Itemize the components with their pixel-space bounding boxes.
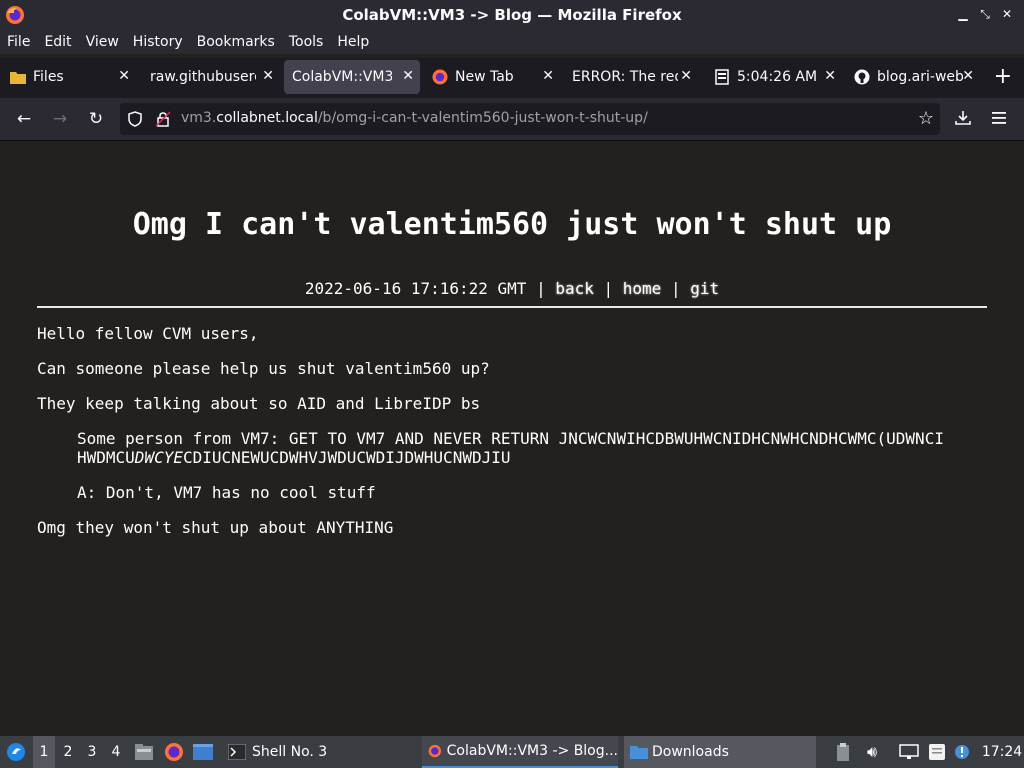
clipboard-tray-icon[interactable] [834,736,852,768]
insecure-lock-icon[interactable] [155,111,171,127]
tab-error[interactable]: ERROR: The req ✕ [564,60,698,94]
tracking-protection-icon[interactable] [127,111,143,127]
tab-label: blog.ari-web [877,69,963,85]
minimize-icon[interactable]: ▁ [956,7,970,21]
volume-icon[interactable]: 🔊︎ [862,736,882,768]
clock[interactable]: 17:24 [982,736,1022,768]
clock-icon [714,69,730,85]
tab-colabvm-vm3[interactable]: ColabVM::VM3 ✕ [284,60,420,94]
window-title: ColabVM::VM3 -> Blog — Mozilla Firefox [342,6,682,24]
separator: | [661,279,691,298]
separator: | [593,279,623,298]
menu-bookmarks[interactable]: Bookmarks [190,34,282,50]
task-label: ColabVM::VM3 -> Blog... [446,743,618,759]
tab-files[interactable]: Files ✕ [2,60,136,94]
tab-new-tab[interactable]: New Tab ✕ [424,60,560,94]
tab-label: Files [33,69,64,85]
url-text[interactable]: vm3.collabnet.local/b/omg-i-can-t-valent… [181,110,648,126]
menu-history[interactable]: History [126,34,190,50]
bookmark-star-icon[interactable]: ☆ [918,108,934,129]
reload-icon[interactable]: ↻ [85,108,107,130]
paragraph-request: Can someone please help us shut valentim… [37,359,490,378]
post-date: 2022-06-16 17:16:22 GMT [304,279,527,298]
close-tab-icon[interactable]: ✕ [824,68,836,84]
git-link[interactable]: git [690,279,719,298]
restore-icon[interactable]: ⤡ [978,7,992,21]
menu-tools[interactable]: Tools [282,34,331,50]
firefox-icon [432,69,448,85]
tab-label: 5:04:26 AM [737,69,818,85]
back-link[interactable]: back [555,279,594,298]
separator: | [526,279,556,298]
workspace-1[interactable]: 1 [33,736,55,768]
workspace-4[interactable]: 4 [105,736,127,768]
tab-strip: Files ✕ raw.githubuserc ✕ ColabVM::VM3 ✕… [0,58,1024,98]
task-shell[interactable]: Shell No. 3 [222,736,418,768]
github-icon [854,69,870,85]
task-label: Shell No. 3 [252,744,328,760]
divider [37,306,987,308]
back-icon[interactable]: ← [13,108,35,130]
tab-raw-githubusercontent[interactable]: raw.githubuserc ✕ [142,60,280,94]
tab-clock[interactable]: 5:04:26 AM ✕ [706,60,842,94]
post-meta: 2022-06-16 17:16:22 GMT | back | home | … [0,279,1024,298]
tab-label: New Tab [455,69,514,85]
task-firefox[interactable]: ColabVM::VM3 -> Blog... [422,736,618,768]
tab-blog-ari-web[interactable]: blog.ari-web ✕ [846,60,980,94]
close-tab-icon[interactable]: ✕ [542,68,554,84]
close-tab-icon[interactable]: ✕ [262,68,274,84]
page-content: Omg I can't valentim560 just won't shut … [0,141,1024,736]
workspace-2[interactable]: 2 [57,736,79,768]
taskbar: 1 2 3 4 Shell No. 3 ColabVM::VM3 -> Blog… [0,736,1024,768]
menu-file[interactable]: File [0,34,37,50]
notification-icon[interactable] [952,736,972,768]
close-tab-icon[interactable]: ✕ [402,68,414,84]
window-titlebar: ColabVM::VM3 -> Blog — Mozilla Firefox ▁… [0,0,1024,30]
menu-help[interactable]: Help [330,34,376,50]
blockquote-vm7: Some person from VM7: GET TO VM7 AND NEV… [77,429,977,467]
url-bar[interactable]: vm3.collabnet.local/b/omg-i-can-t-valent… [120,103,940,135]
tab-label: ColabVM::VM3 [292,69,392,85]
desktop-launcher-icon[interactable] [192,736,214,768]
hamburger-menu-icon[interactable] [991,110,1007,126]
quote-line: Some person from VM7: GET TO VM7 AND NEV… [77,429,944,448]
close-tab-icon[interactable]: ✕ [962,68,974,84]
menubar: File Edit View History Bookmarks Tools H… [0,30,1024,54]
folder-icon [10,69,26,85]
home-link[interactable]: home [623,279,662,298]
new-tab-icon[interactable]: + [994,64,1012,89]
firefox-icon [6,6,24,24]
paragraph-closing: Omg they won't shut up about ANYTHING [37,518,394,537]
menu-edit[interactable]: Edit [37,34,78,50]
paragraph-greeting: Hello fellow CVM users, [37,324,259,343]
post-title: Omg I can't valentim560 just won't shut … [132,207,892,242]
navigation-toolbar: ← → ↻ vm3.collabnet.local/b/omg-i-can-t-… [0,98,1024,141]
close-icon[interactable]: ✕ [1000,7,1014,21]
task-downloads[interactable]: Downloads [624,736,816,768]
firefox-launcher-icon[interactable] [163,736,185,768]
tab-label: raw.githubuserc [150,69,256,85]
quote-line: HWDMCUDWCYECDIUCNEWUCDWHVJWDUCWDIJDWHUCN… [77,448,511,467]
terminal-icon [228,744,246,760]
workspace-3[interactable]: 3 [81,736,103,768]
start-menu-icon[interactable] [4,736,28,768]
menu-view[interactable]: View [79,34,126,50]
blockquote-answer: A: Don't, VM7 has no cool stuff [77,483,376,502]
close-tab-icon[interactable]: ✕ [118,68,130,84]
close-tab-icon[interactable]: ✕ [680,68,692,84]
folder-icon [630,746,648,759]
downloads-icon[interactable] [954,109,972,127]
notes-tray-icon[interactable] [926,736,948,768]
network-icon[interactable] [898,736,920,768]
forward-icon[interactable]: → [49,108,71,130]
file-manager-launcher-icon[interactable] [134,736,154,768]
tab-label: ERROR: The req [572,69,678,85]
paragraph-complaint: They keep talking about so AID and Libre… [37,394,481,413]
task-label: Downloads [652,744,729,760]
firefox-icon [428,744,441,758]
